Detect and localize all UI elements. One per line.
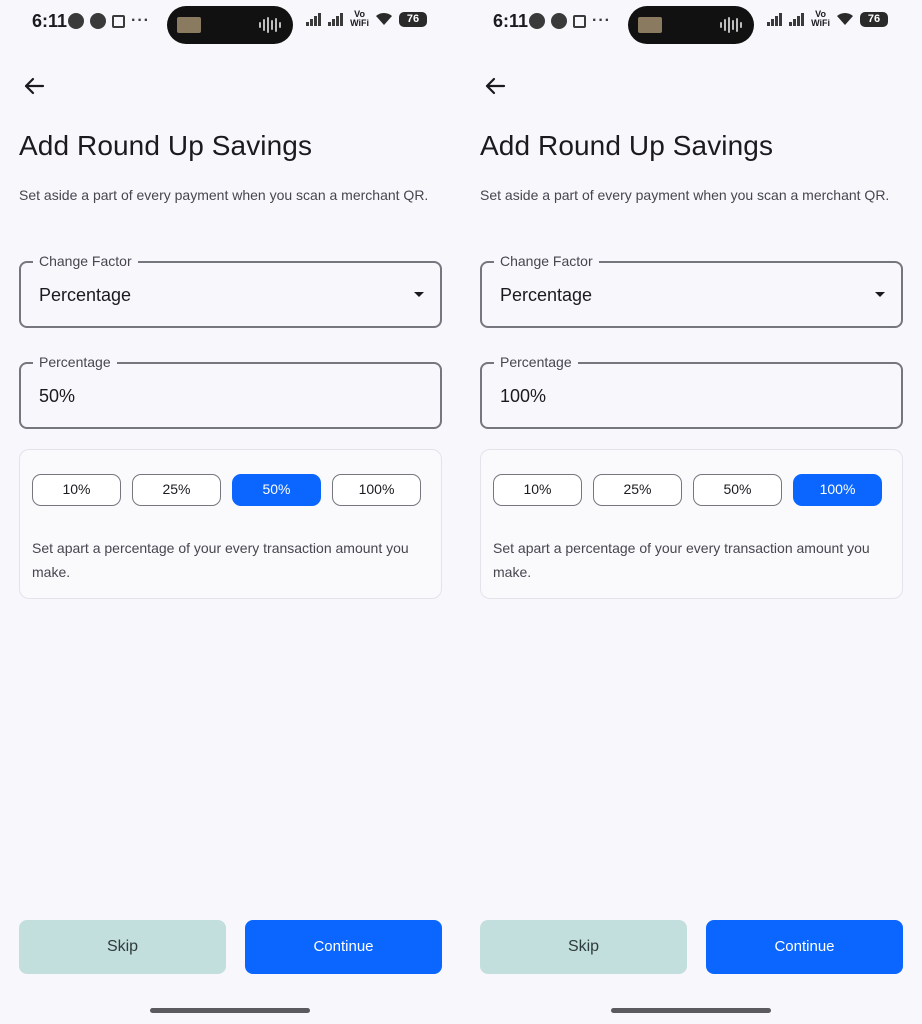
wifi-icon bbox=[376, 12, 392, 25]
status-time: 6:11 bbox=[493, 11, 529, 31]
audio-wave-icon bbox=[720, 17, 742, 33]
status-bar: 6:11 ··· Vo WiFi 76 bbox=[0, 0, 461, 46]
chip-25-percent[interactable]: 25% bbox=[132, 474, 221, 506]
home-indicator[interactable] bbox=[611, 1008, 771, 1013]
change-factor-label: Change Factor bbox=[33, 253, 138, 269]
audio-wave-icon bbox=[259, 17, 281, 33]
percentage-label: Percentage bbox=[494, 354, 578, 370]
notification-icons: ··· bbox=[68, 12, 150, 30]
chip-100-percent[interactable]: 100% bbox=[793, 474, 882, 506]
page-subtitle: Set aside a part of every payment when y… bbox=[19, 187, 429, 203]
back-button[interactable] bbox=[483, 74, 507, 98]
phone-screen-2: 6:11 ··· Vo WiFi 76 Add Round Up Savings… bbox=[461, 0, 922, 1024]
continue-button[interactable]: Continue bbox=[706, 920, 903, 974]
system-icons: Vo WiFi 76 bbox=[306, 10, 427, 28]
card-description: Set apart a percentage of your every tra… bbox=[493, 540, 870, 580]
wifi-icon bbox=[837, 12, 853, 25]
dynamic-island[interactable] bbox=[628, 6, 754, 44]
notification-icons: ··· bbox=[529, 12, 611, 30]
chip-100-percent[interactable]: 100% bbox=[332, 474, 421, 506]
chat-notification-icon bbox=[551, 13, 567, 29]
percentage-label: Percentage bbox=[33, 354, 117, 370]
percentage-chips: 10% 25% 50% 100% bbox=[493, 474, 882, 506]
percentage-value[interactable]: 100% bbox=[500, 386, 546, 407]
status-bar: 6:11 ··· Vo WiFi 76 bbox=[461, 0, 922, 46]
percentage-options-card: 10% 25% 50% 100% Set apart a percentage … bbox=[19, 449, 442, 599]
chip-25-percent[interactable]: 25% bbox=[593, 474, 682, 506]
percentage-input[interactable]: Percentage 50% bbox=[19, 354, 442, 429]
change-factor-select[interactable]: Change Factor Percentage bbox=[19, 253, 442, 328]
signal-icon bbox=[767, 12, 783, 26]
chat-notification-icon bbox=[90, 13, 106, 29]
more-notifications-icon: ··· bbox=[592, 12, 611, 29]
skip-button[interactable]: Skip bbox=[480, 920, 687, 974]
screenshot-pair: 6:11 ··· Vo WiFi 76 Add Round Up Savings… bbox=[0, 0, 922, 1024]
phone-screen-1: 6:11 ··· Vo WiFi 76 Add Round Up Savings… bbox=[0, 0, 461, 1024]
percentage-input[interactable]: Percentage 100% bbox=[480, 354, 903, 429]
signal-icon bbox=[789, 12, 805, 26]
percentage-options-card: 10% 25% 50% 100% Set apart a percentage … bbox=[480, 449, 903, 599]
percentage-chips: 10% 25% 50% 100% bbox=[32, 474, 421, 506]
calendar-notification-icon bbox=[573, 14, 586, 28]
change-factor-value: Percentage bbox=[39, 285, 132, 305]
chip-50-percent[interactable]: 50% bbox=[232, 474, 321, 506]
percentage-value[interactable]: 50% bbox=[39, 386, 75, 407]
more-notifications-icon: ··· bbox=[131, 12, 150, 29]
change-factor-value: Percentage bbox=[500, 285, 593, 305]
change-factor-select[interactable]: Change Factor Percentage bbox=[480, 253, 903, 328]
card-description: Set apart a percentage of your every tra… bbox=[32, 540, 409, 580]
page-subtitle: Set aside a part of every payment when y… bbox=[480, 187, 890, 203]
page-title: Add Round Up Savings bbox=[19, 130, 313, 161]
media-thumbnail-icon bbox=[638, 17, 662, 33]
arrow-left-icon bbox=[485, 77, 506, 95]
settings-notification-icon bbox=[68, 13, 84, 29]
chip-10-percent[interactable]: 10% bbox=[32, 474, 121, 506]
chip-50-percent[interactable]: 50% bbox=[693, 474, 782, 506]
media-thumbnail-icon bbox=[177, 17, 201, 33]
system-icons: Vo WiFi 76 bbox=[767, 10, 888, 28]
vowifi-label: Vo WiFi bbox=[811, 9, 830, 28]
chip-10-percent[interactable]: 10% bbox=[493, 474, 582, 506]
dynamic-island[interactable] bbox=[167, 6, 293, 44]
calendar-notification-icon bbox=[112, 14, 125, 28]
vowifi-label: Vo WiFi bbox=[350, 9, 369, 28]
change-factor-label: Change Factor bbox=[494, 253, 599, 269]
signal-icon bbox=[328, 12, 344, 26]
home-indicator[interactable] bbox=[150, 1008, 310, 1013]
battery-icon: 76 bbox=[399, 11, 427, 27]
continue-button[interactable]: Continue bbox=[245, 920, 442, 974]
dropdown-arrow-icon[interactable] bbox=[875, 292, 885, 297]
settings-notification-icon bbox=[529, 13, 545, 29]
arrow-left-icon bbox=[24, 77, 45, 95]
page-title: Add Round Up Savings bbox=[480, 130, 774, 161]
skip-button[interactable]: Skip bbox=[19, 920, 226, 974]
status-time: 6:11 bbox=[32, 11, 68, 31]
dropdown-arrow-icon[interactable] bbox=[414, 292, 424, 297]
back-button[interactable] bbox=[22, 74, 46, 98]
battery-icon: 76 bbox=[860, 11, 888, 27]
signal-icon bbox=[306, 12, 322, 26]
